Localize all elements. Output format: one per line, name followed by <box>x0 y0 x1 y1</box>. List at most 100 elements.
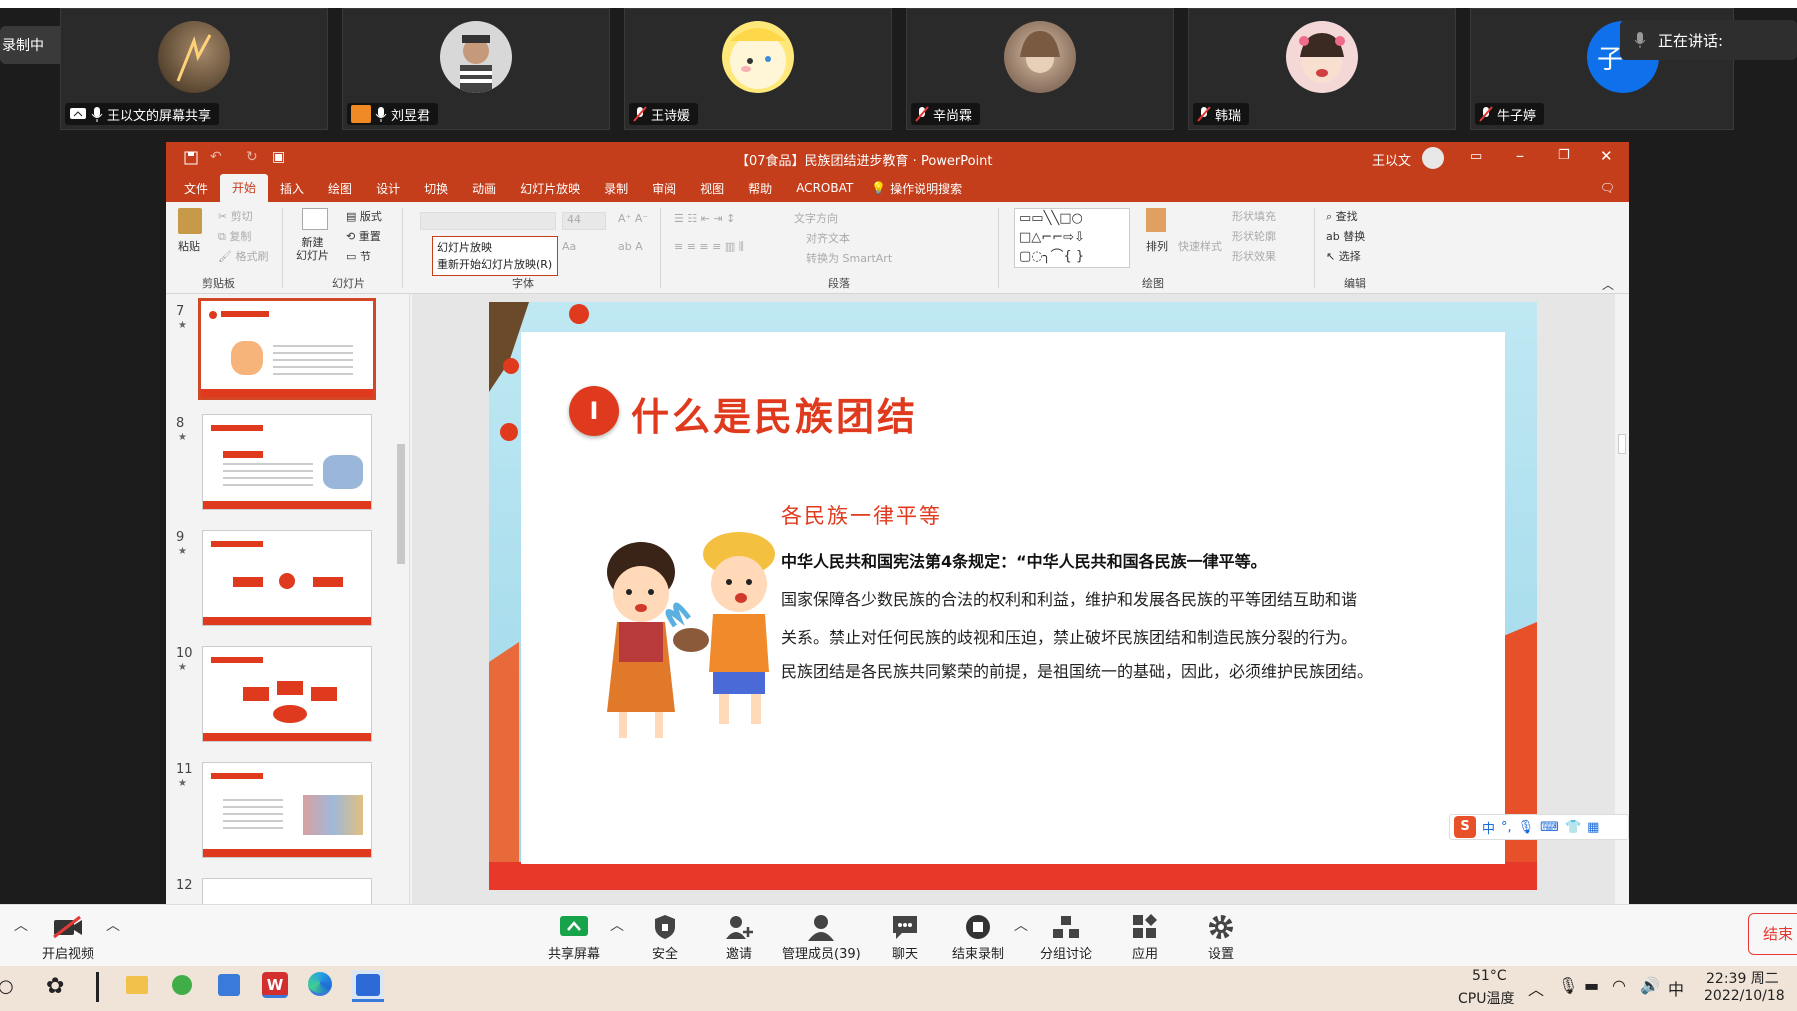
find-button[interactable]: ⌕ 查找 <box>1326 208 1358 224</box>
grow-font-icon[interactable]: A⁺ A⁻ <box>618 212 648 225</box>
slide-thumbnail-7[interactable] <box>198 298 376 400</box>
change-case-icon[interactable]: Aa <box>562 240 576 253</box>
slideshow-tooltip[interactable]: 幻灯片放映 重新开始幻灯片放映(R) <box>432 236 558 276</box>
text-direction-button[interactable]: 文字方向 <box>794 210 838 226</box>
tab-review[interactable]: 审阅 <box>640 180 688 197</box>
current-slide[interactable]: I 什么是民族团结 各民族一律平等 中华人民共和国宪法第4条规定：“中华人民共和… <box>489 302 1629 890</box>
paste-icon[interactable] <box>178 208 202 234</box>
new-slide-button[interactable]: 新建 幻灯片 <box>296 236 329 262</box>
ime-punct-label[interactable]: °, <box>1501 820 1512 835</box>
settings-button[interactable]: 设置 <box>1204 911 1238 962</box>
participant-tile[interactable]: 辛尚霖 <box>906 8 1174 130</box>
new-slide-icon[interactable] <box>302 208 328 230</box>
screenshot-app-icon[interactable] <box>218 974 240 996</box>
copy-button[interactable]: ⧉ 复制 <box>218 228 251 244</box>
thumbnail-scrollbar[interactable] <box>394 294 408 904</box>
tell-me-search[interactable]: 操作说明搜索 <box>886 180 974 197</box>
arrange-button[interactable]: 排列 <box>1146 238 1168 254</box>
tab-slideshow[interactable]: 幻灯片放映 <box>508 180 592 197</box>
slide-thumbnail-9[interactable] <box>202 530 372 626</box>
record-options-icon[interactable]: ︿ <box>1014 915 1028 935</box>
chat-button[interactable]: 聊天 <box>888 911 922 962</box>
tab-acrobat[interactable]: ACROBAT <box>784 181 865 195</box>
collapse-ribbon-icon[interactable]: ︿ <box>1602 276 1614 293</box>
clock-date[interactable]: 2022/10/18 <box>1704 988 1785 1004</box>
editor-scrollbar[interactable] <box>1615 294 1629 904</box>
participant-tile[interactable]: 王以文的屏幕共享 <box>60 8 328 130</box>
quick-styles-button[interactable]: 快速样式 <box>1178 238 1222 254</box>
slide-thumbnail-10[interactable] <box>202 646 372 742</box>
shape-fill-button[interactable]: 形状填充 <box>1232 208 1276 224</box>
share-options-icon[interactable]: ︿ <box>610 915 624 935</box>
section-button[interactable]: ▭ 节 <box>346 248 371 264</box>
participant-tile[interactable]: 韩瑞 <box>1188 8 1456 130</box>
video-options-icon[interactable]: ︿ <box>106 915 120 935</box>
share-screen-button[interactable]: 共享屏幕 <box>548 911 600 962</box>
slideshow-start-icon[interactable]: ▣ <box>272 149 285 165</box>
tab-file[interactable]: 文件 <box>172 180 220 197</box>
arrange-icon[interactable] <box>1146 208 1166 232</box>
browser-360-icon[interactable] <box>172 975 192 995</box>
comments-icon[interactable]: 🗨 <box>1588 181 1629 195</box>
tab-insert[interactable]: 插入 <box>268 180 316 197</box>
clock-time[interactable]: 22:39 周二 <box>1706 968 1779 988</box>
ime-menu-icon[interactable]: ▦ <box>1587 820 1599 835</box>
tab-record[interactable]: 录制 <box>592 180 640 197</box>
wifi-icon[interactable]: ◠ <box>1612 976 1626 995</box>
participant-tile[interactable]: 王诗媛 <box>624 8 892 130</box>
app-icon[interactable]: ✿ <box>46 974 64 999</box>
format-painter-button[interactable]: 🖌 格式刷 <box>218 248 268 264</box>
layout-button[interactable]: ▤ 版式 <box>346 208 382 224</box>
ime-keyboard-icon[interactable]: ⌨ <box>1540 820 1559 835</box>
invite-button[interactable]: 邀请 <box>722 911 756 962</box>
paste-button[interactable]: 粘贴 <box>178 238 200 254</box>
zoom-app-icon[interactable] <box>356 974 380 996</box>
smartart-button[interactable]: 转换为 SmartArt <box>806 250 892 266</box>
cut-button[interactable]: ✂ 剪切 <box>218 208 253 224</box>
bullets-icon[interactable]: ☰ ☷ ⇤ ⇥ ↕ <box>674 212 735 225</box>
volume-icon[interactable]: 🔊 <box>1640 976 1660 995</box>
participant-tile[interactable]: 刘昱君 <box>342 8 610 130</box>
end-meeting-button[interactable]: 结束 <box>1748 913 1797 955</box>
ime-mode-label[interactable]: 中 <box>1482 818 1495 837</box>
breakout-rooms-button[interactable]: 分组讨论 <box>1040 911 1092 962</box>
mic-tray-icon[interactable]: 🎙 <box>1558 976 1578 995</box>
file-explorer-icon[interactable] <box>126 976 148 994</box>
shape-effects-button[interactable]: 形状效果 <box>1232 248 1276 264</box>
ime-toolbar[interactable]: S 中 °, 🎙 ⌨ 👕 ▦ <box>1449 814 1629 840</box>
ime-skin-icon[interactable]: 👕 <box>1565 820 1581 835</box>
tab-animations[interactable]: 动画 <box>460 180 508 197</box>
edge-icon[interactable] <box>308 972 332 996</box>
tab-design[interactable]: 设计 <box>364 180 412 197</box>
shapes-gallery[interactable]: ▭▭╲╲□○ □△⌐⌐⇨⇩ ▢◌╮⌒{ } <box>1014 208 1130 268</box>
tooltip-restart-item[interactable]: 重新开始幻灯片放映(R) <box>437 256 553 273</box>
chevron-up-icon[interactable]: ︿ <box>14 915 28 935</box>
font-family-field[interactable] <box>420 212 556 230</box>
ime-indicator[interactable]: 中 <box>1668 976 1684 1000</box>
search-icon[interactable]: ○ <box>0 976 14 997</box>
tab-transitions[interactable]: 切换 <box>412 180 460 197</box>
tab-view[interactable]: 视图 <box>688 180 736 197</box>
battery-icon[interactable]: ▬ <box>1584 976 1599 995</box>
undo-icon[interactable]: ↶ <box>210 149 222 165</box>
align-text-button[interactable]: 对齐文本 <box>806 230 850 246</box>
tab-home[interactable]: 开始 <box>220 174 269 202</box>
start-video-button[interactable]: 开启视频 <box>42 911 94 962</box>
ime-mic-icon[interactable]: 🎙 <box>1518 820 1535 835</box>
slide-thumbnail-12[interactable] <box>202 878 372 904</box>
user-avatar-icon[interactable] <box>1422 147 1444 169</box>
redo-icon[interactable]: ↻ <box>246 149 258 165</box>
reset-button[interactable]: ⟲ 重置 <box>346 228 381 244</box>
tab-draw[interactable]: 绘图 <box>316 180 364 197</box>
shape-outline-button[interactable]: 形状轮廓 <box>1232 228 1276 244</box>
restore-icon[interactable]: ❐ <box>1558 148 1570 163</box>
close-icon[interactable]: ✕ <box>1600 147 1613 165</box>
slide-thumbnail-11[interactable] <box>202 762 372 858</box>
slide-thumbnail-8[interactable] <box>202 414 372 510</box>
font-color-icon[interactable]: ab A <box>618 240 643 253</box>
replace-button[interactable]: ab 替换 <box>1326 228 1365 244</box>
security-button[interactable]: 安全 <box>648 911 682 962</box>
stop-recording-bar-button[interactable]: 结束录制 <box>952 911 1004 962</box>
apps-button[interactable]: 应用 <box>1128 911 1162 962</box>
tab-help[interactable]: 帮助 <box>736 180 784 197</box>
